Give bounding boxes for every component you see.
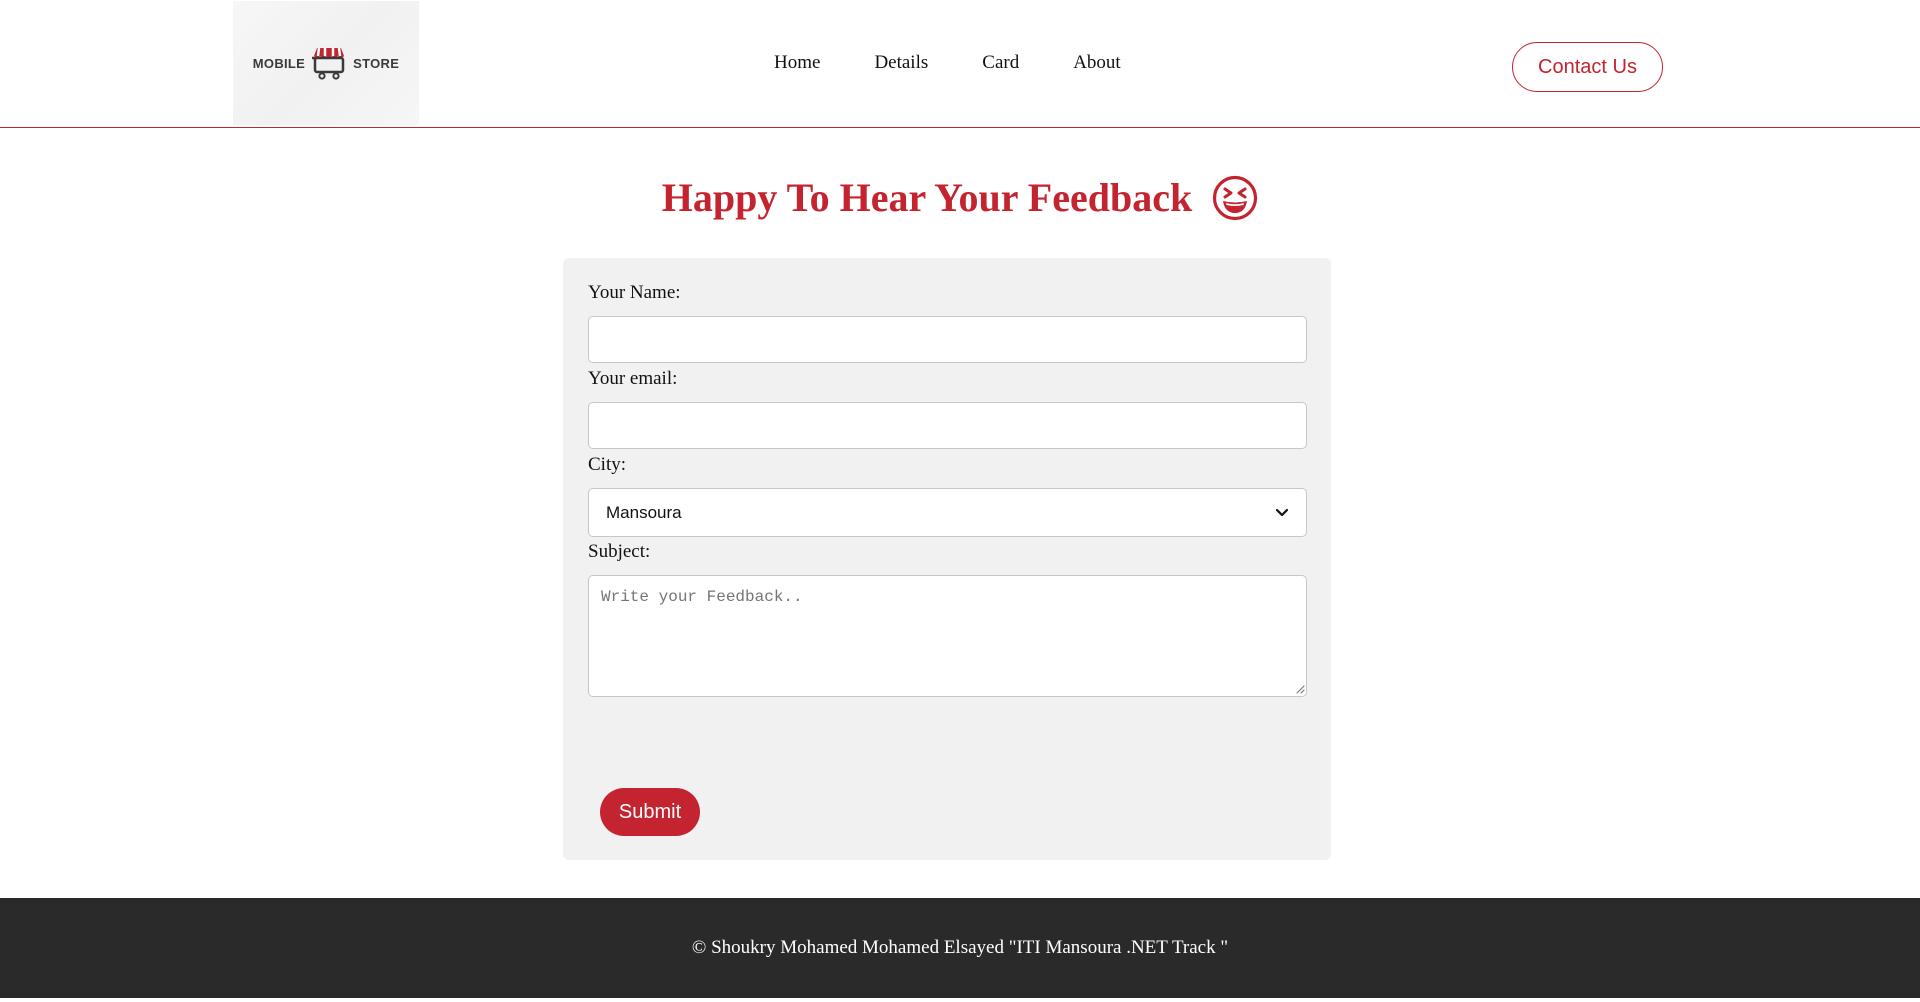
site-footer: © Shoukry Mohamed Mohamed Elsayed "ITI M… xyxy=(0,898,1920,998)
main-nav: Home Details Card About xyxy=(774,52,1121,74)
nav-card-link[interactable]: Card xyxy=(982,52,1019,74)
logo-text-right: STORE xyxy=(353,55,400,71)
subject-label: Subject: xyxy=(588,541,651,562)
city-selected-value: Mansoura xyxy=(606,502,682,522)
email-input[interactable] xyxy=(588,402,1307,449)
name-input[interactable] xyxy=(588,316,1307,363)
name-label: Your Name: xyxy=(588,282,681,303)
footer-copyright: © Shoukry Mohamed Mohamed Elsayed "ITI M… xyxy=(691,937,1229,958)
resize-handle-icon[interactable] xyxy=(1296,685,1305,694)
submit-button[interactable]: Submit xyxy=(600,788,700,836)
grinning-squinting-face-icon xyxy=(1213,175,1258,220)
email-label: Your email: xyxy=(588,368,678,389)
contact-us-button[interactable]: Contact Us xyxy=(1512,42,1663,92)
nav-home-link[interactable]: Home xyxy=(774,52,820,74)
subject-textarea[interactable] xyxy=(588,575,1307,697)
shop-cart-icon xyxy=(312,47,345,80)
store-logo[interactable]: MOBILE STORE xyxy=(233,1,419,125)
page-title: Happy To Hear Your Feedback xyxy=(0,170,1920,226)
page-title-text: Happy To Hear Your Feedback xyxy=(661,175,1193,220)
chevron-down-icon xyxy=(1275,508,1289,516)
city-label: City: xyxy=(588,454,627,475)
nav-details-link[interactable]: Details xyxy=(874,52,928,74)
site-header: MOBILE STORE Home Details Card About Con… xyxy=(0,0,1920,128)
feedback-form: Your Name: Your email: City: Mansoura Su… xyxy=(563,258,1331,860)
nav-about-link[interactable]: About xyxy=(1073,52,1121,74)
logo-text-left: MOBILE xyxy=(252,55,306,71)
city-select[interactable]: Mansoura xyxy=(588,488,1307,537)
